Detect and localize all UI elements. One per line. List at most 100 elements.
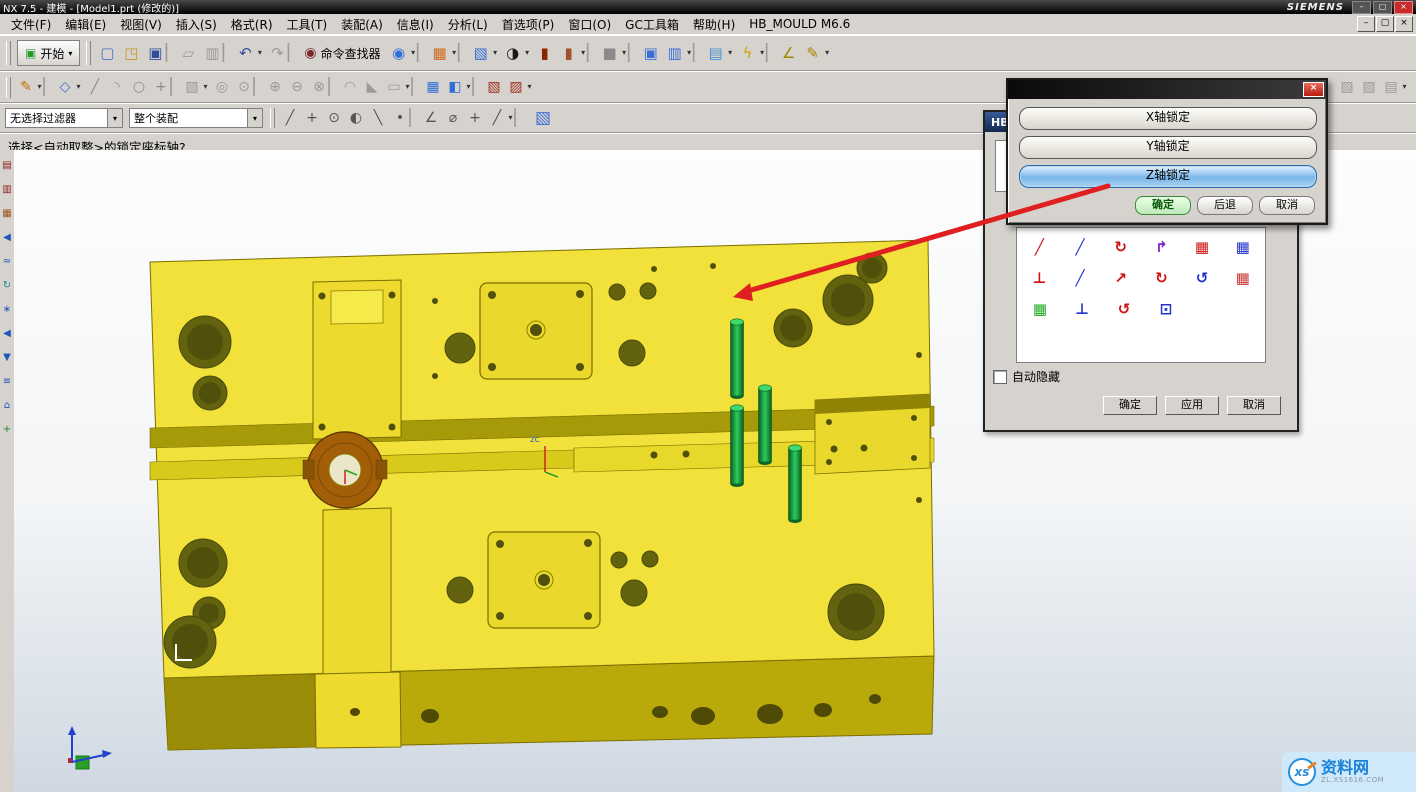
separator[interactable]: ▏ — [290, 42, 297, 64]
history-icon[interactable]: ▤ — [1, 160, 13, 172]
window-new-icon[interactable]: ▥ — [664, 42, 686, 64]
view-layout-icon[interactable]: ▦ — [429, 42, 451, 64]
menu-item[interactable]: 插入(S) — [169, 15, 224, 34]
box-zoom-icon[interactable]: ⊡ — [1153, 297, 1179, 321]
signal-icon[interactable]: ≈ — [1, 256, 13, 268]
cylinder2-icon[interactable]: ▮ — [558, 42, 580, 64]
dropdown-arrow-icon[interactable]: ▾ — [1400, 77, 1409, 97]
gray-cube-icon[interactable]: ▧ — [1337, 77, 1357, 97]
dropdown-arrow-icon[interactable]: ▾ — [726, 42, 735, 64]
extrude-icon[interactable]: ▧ — [182, 77, 202, 97]
rotate-cw-icon[interactable]: ↻ — [1149, 266, 1174, 290]
command-finder-button[interactable]: ◉ 命令查找器 — [298, 45, 386, 62]
perp-axis-icon[interactable]: ⊥ — [1069, 297, 1095, 321]
annotate-icon[interactable]: ✎ — [802, 42, 824, 64]
snap-plus-icon[interactable]: + — [465, 108, 485, 128]
menu-item[interactable]: 信息(I) — [390, 15, 441, 34]
solid-cube-icon[interactable]: ▧ — [470, 42, 492, 64]
dropdown-arrow-icon[interactable]: ▾ — [74, 77, 83, 97]
snap-slash-icon[interactable]: ╱ — [487, 108, 507, 128]
dropdown-arrow-icon[interactable]: ▾ — [491, 42, 500, 64]
menu-item[interactable]: 装配(A) — [334, 15, 390, 34]
menu-item[interactable]: GC工具箱 — [618, 15, 686, 34]
dialog-back-button[interactable]: 后退 — [1197, 196, 1253, 215]
menu-item[interactable]: 帮助(H) — [686, 15, 742, 34]
pattern-grid-icon[interactable]: ▦ — [1230, 266, 1255, 290]
datum-grid-blue-icon[interactable]: ▦ — [1230, 235, 1255, 259]
circle-icon[interactable]: ○ — [129, 77, 149, 97]
chevron-down-icon[interactable]: ▾ — [247, 109, 262, 127]
shaded-view-icon[interactable]: ◑ — [502, 42, 524, 64]
toolbar-grip[interactable] — [6, 77, 11, 98]
curve-tangent-icon[interactable]: ↻ — [1108, 235, 1133, 259]
start-button[interactable]: ▣ 开始 ▾ — [17, 40, 80, 66]
view-cube-icon[interactable]: ▧ — [533, 108, 553, 128]
separator[interactable]: ▏ — [475, 77, 482, 97]
menu-item[interactable]: HB_MOULD M6.6 — [742, 16, 857, 32]
snap-quadrant-icon[interactable]: ◐ — [346, 108, 366, 128]
separator[interactable]: ▏ — [461, 42, 468, 64]
feature-red2-icon[interactable]: ▨ — [506, 77, 526, 97]
point-icon[interactable]: + — [151, 77, 171, 97]
snap-angle-icon[interactable]: ∠ — [421, 108, 441, 128]
separator[interactable]: ▏ — [590, 42, 597, 64]
window-icon[interactable]: ▣ — [640, 42, 662, 64]
snap-center-icon[interactable]: ⊙ — [324, 108, 344, 128]
snap-intersection-icon[interactable]: + — [302, 108, 322, 128]
unite-icon[interactable]: ⊕ — [265, 77, 285, 97]
menu-item[interactable]: 格式(R) — [224, 15, 280, 34]
cylinder-icon[interactable]: ▮ — [534, 42, 556, 64]
shell-icon[interactable]: ▭ — [384, 77, 404, 97]
dropdown-arrow-icon[interactable]: ▾ — [201, 77, 210, 97]
undo-icon[interactable]: ↶ — [234, 42, 256, 64]
dialog-close-icon[interactable]: × — [1303, 82, 1324, 97]
menu-item[interactable]: 文件(F) — [4, 15, 58, 34]
toolbar-grip[interactable] — [86, 41, 91, 65]
dropdown-arrow-icon[interactable]: ▾ — [525, 77, 534, 97]
spreadsheet-icon[interactable]: ▤ — [705, 42, 727, 64]
line-icon[interactable]: ╱ — [85, 77, 105, 97]
separator[interactable]: ▏ — [168, 42, 175, 64]
angled-vector-icon[interactable]: ╱ — [1068, 266, 1093, 290]
menu-item[interactable]: 窗口(O) — [561, 15, 618, 34]
measure-icon[interactable]: ∠ — [778, 42, 800, 64]
menu-item[interactable]: 首选项(P) — [495, 15, 562, 34]
auto-hide-checkbox[interactable] — [993, 370, 1007, 384]
panel-cancel-button[interactable]: 取消 — [1227, 396, 1281, 415]
dialog-title-bar[interactable]: × — [1008, 80, 1326, 99]
axis-lock-z-button[interactable]: Z轴锁定 — [1019, 165, 1317, 188]
selection-filter-combo[interactable]: 无选择过滤器 ▾ — [5, 108, 123, 128]
cut-icon[interactable]: ▱ — [177, 42, 199, 64]
back-icon[interactable]: ◀ — [1, 232, 13, 244]
separator[interactable]: ▏ — [769, 42, 776, 64]
snap-endpoint-icon[interactable]: ╲ — [368, 108, 388, 128]
separator[interactable]: ▏ — [420, 42, 427, 64]
minimize-button[interactable]: – — [1352, 1, 1371, 14]
separator[interactable]: ▏ — [696, 42, 703, 64]
separator[interactable]: ▏ — [412, 108, 419, 128]
new-file-icon[interactable]: ▢ — [96, 42, 118, 64]
toolbar-grip[interactable] — [6, 41, 11, 65]
maximize-button[interactable]: ▢ — [1373, 1, 1392, 14]
dropdown-arrow-icon[interactable]: ▾ — [823, 42, 832, 64]
separator[interactable]: ▏ — [517, 108, 524, 128]
open-folder-icon[interactable]: ◳ — [120, 42, 142, 64]
rotate-red-icon[interactable]: ↺ — [1111, 297, 1137, 321]
save-icon[interactable]: ▣ — [144, 42, 166, 64]
separator[interactable]: ▏ — [256, 77, 263, 97]
bolt-icon[interactable]: ϟ — [737, 42, 759, 64]
mdi-close-button[interactable]: × — [1395, 16, 1413, 32]
face-normal-icon[interactable]: ↱ — [1149, 235, 1174, 259]
menu-item[interactable]: 分析(L) — [441, 15, 495, 34]
menu-item[interactable]: 编辑(E) — [58, 15, 113, 34]
toolbar-grip[interactable] — [270, 108, 275, 128]
snap-diameter-icon[interactable]: ⌀ — [443, 108, 463, 128]
panel-apply-button[interactable]: 应用 — [1165, 396, 1219, 415]
rotate-ccw-icon[interactable]: ↺ — [1190, 266, 1215, 290]
revolve-icon[interactable]: ◎ — [212, 77, 232, 97]
refresh-icon[interactable]: ↻ — [1, 280, 13, 292]
dialog-ok-button[interactable]: 确定 — [1135, 196, 1191, 215]
snap-midpoint-icon[interactable]: ╱ — [280, 108, 300, 128]
dialog-cancel-button[interactable]: 取消 — [1259, 196, 1315, 215]
palette-icon[interactable]: ▦ — [1, 208, 13, 220]
